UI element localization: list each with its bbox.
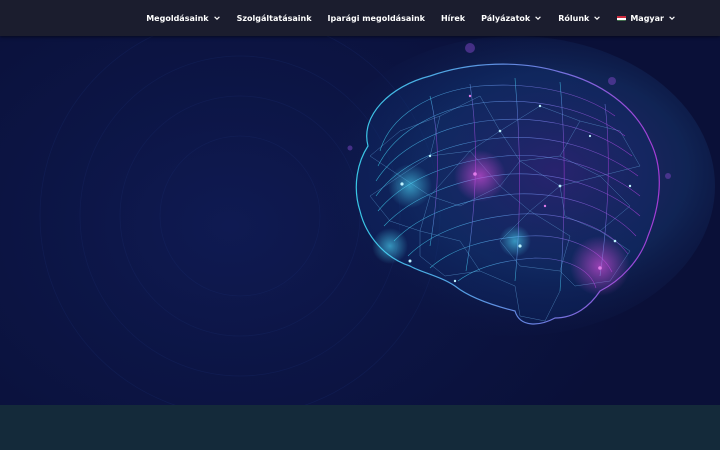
hero-banner bbox=[0, 36, 720, 405]
hungary-flag-icon bbox=[617, 15, 627, 21]
nav-item-label: Megoldásaink bbox=[146, 13, 209, 23]
language-switcher[interactable]: Magyar bbox=[617, 14, 676, 23]
page: Megoldásaink Szolgáltatásaink Iparági me… bbox=[0, 0, 720, 450]
nav-item-rolunk[interactable]: Rólunk bbox=[558, 14, 601, 23]
chevron-down-icon bbox=[669, 16, 675, 20]
main-menu: Megoldásaink Szolgáltatásaink Iparági me… bbox=[146, 0, 676, 36]
chevron-down-icon bbox=[594, 16, 601, 20]
nav-item-label: Iparági megoldásaink bbox=[327, 13, 425, 23]
nav-item-label: Rólunk bbox=[558, 13, 590, 23]
chevron-down-icon bbox=[213, 16, 220, 20]
nav-item-label: Pályázatok bbox=[481, 13, 531, 23]
nav-item-szolgaltatasaink[interactable]: Szolgáltatásaink bbox=[237, 14, 312, 23]
language-label: Magyar bbox=[630, 13, 664, 23]
nav-item-megoldasaink[interactable]: Megoldásaink bbox=[146, 14, 220, 23]
section-divider-band bbox=[0, 405, 720, 450]
nav-item-hirek[interactable]: Hírek bbox=[441, 14, 465, 23]
nav-item-iparagi-megoldasaink[interactable]: Iparági megoldásaink bbox=[328, 14, 425, 23]
chevron-down-icon bbox=[535, 16, 542, 20]
nav-item-label: Szolgáltatásaink bbox=[236, 13, 312, 23]
nav-item-palyazatok[interactable]: Pályázatok bbox=[481, 14, 542, 23]
nav-item-label: Hírek bbox=[440, 13, 466, 23]
top-navbar: Megoldásaink Szolgáltatásaink Iparági me… bbox=[0, 0, 720, 36]
brain-illustration bbox=[39, 36, 715, 405]
